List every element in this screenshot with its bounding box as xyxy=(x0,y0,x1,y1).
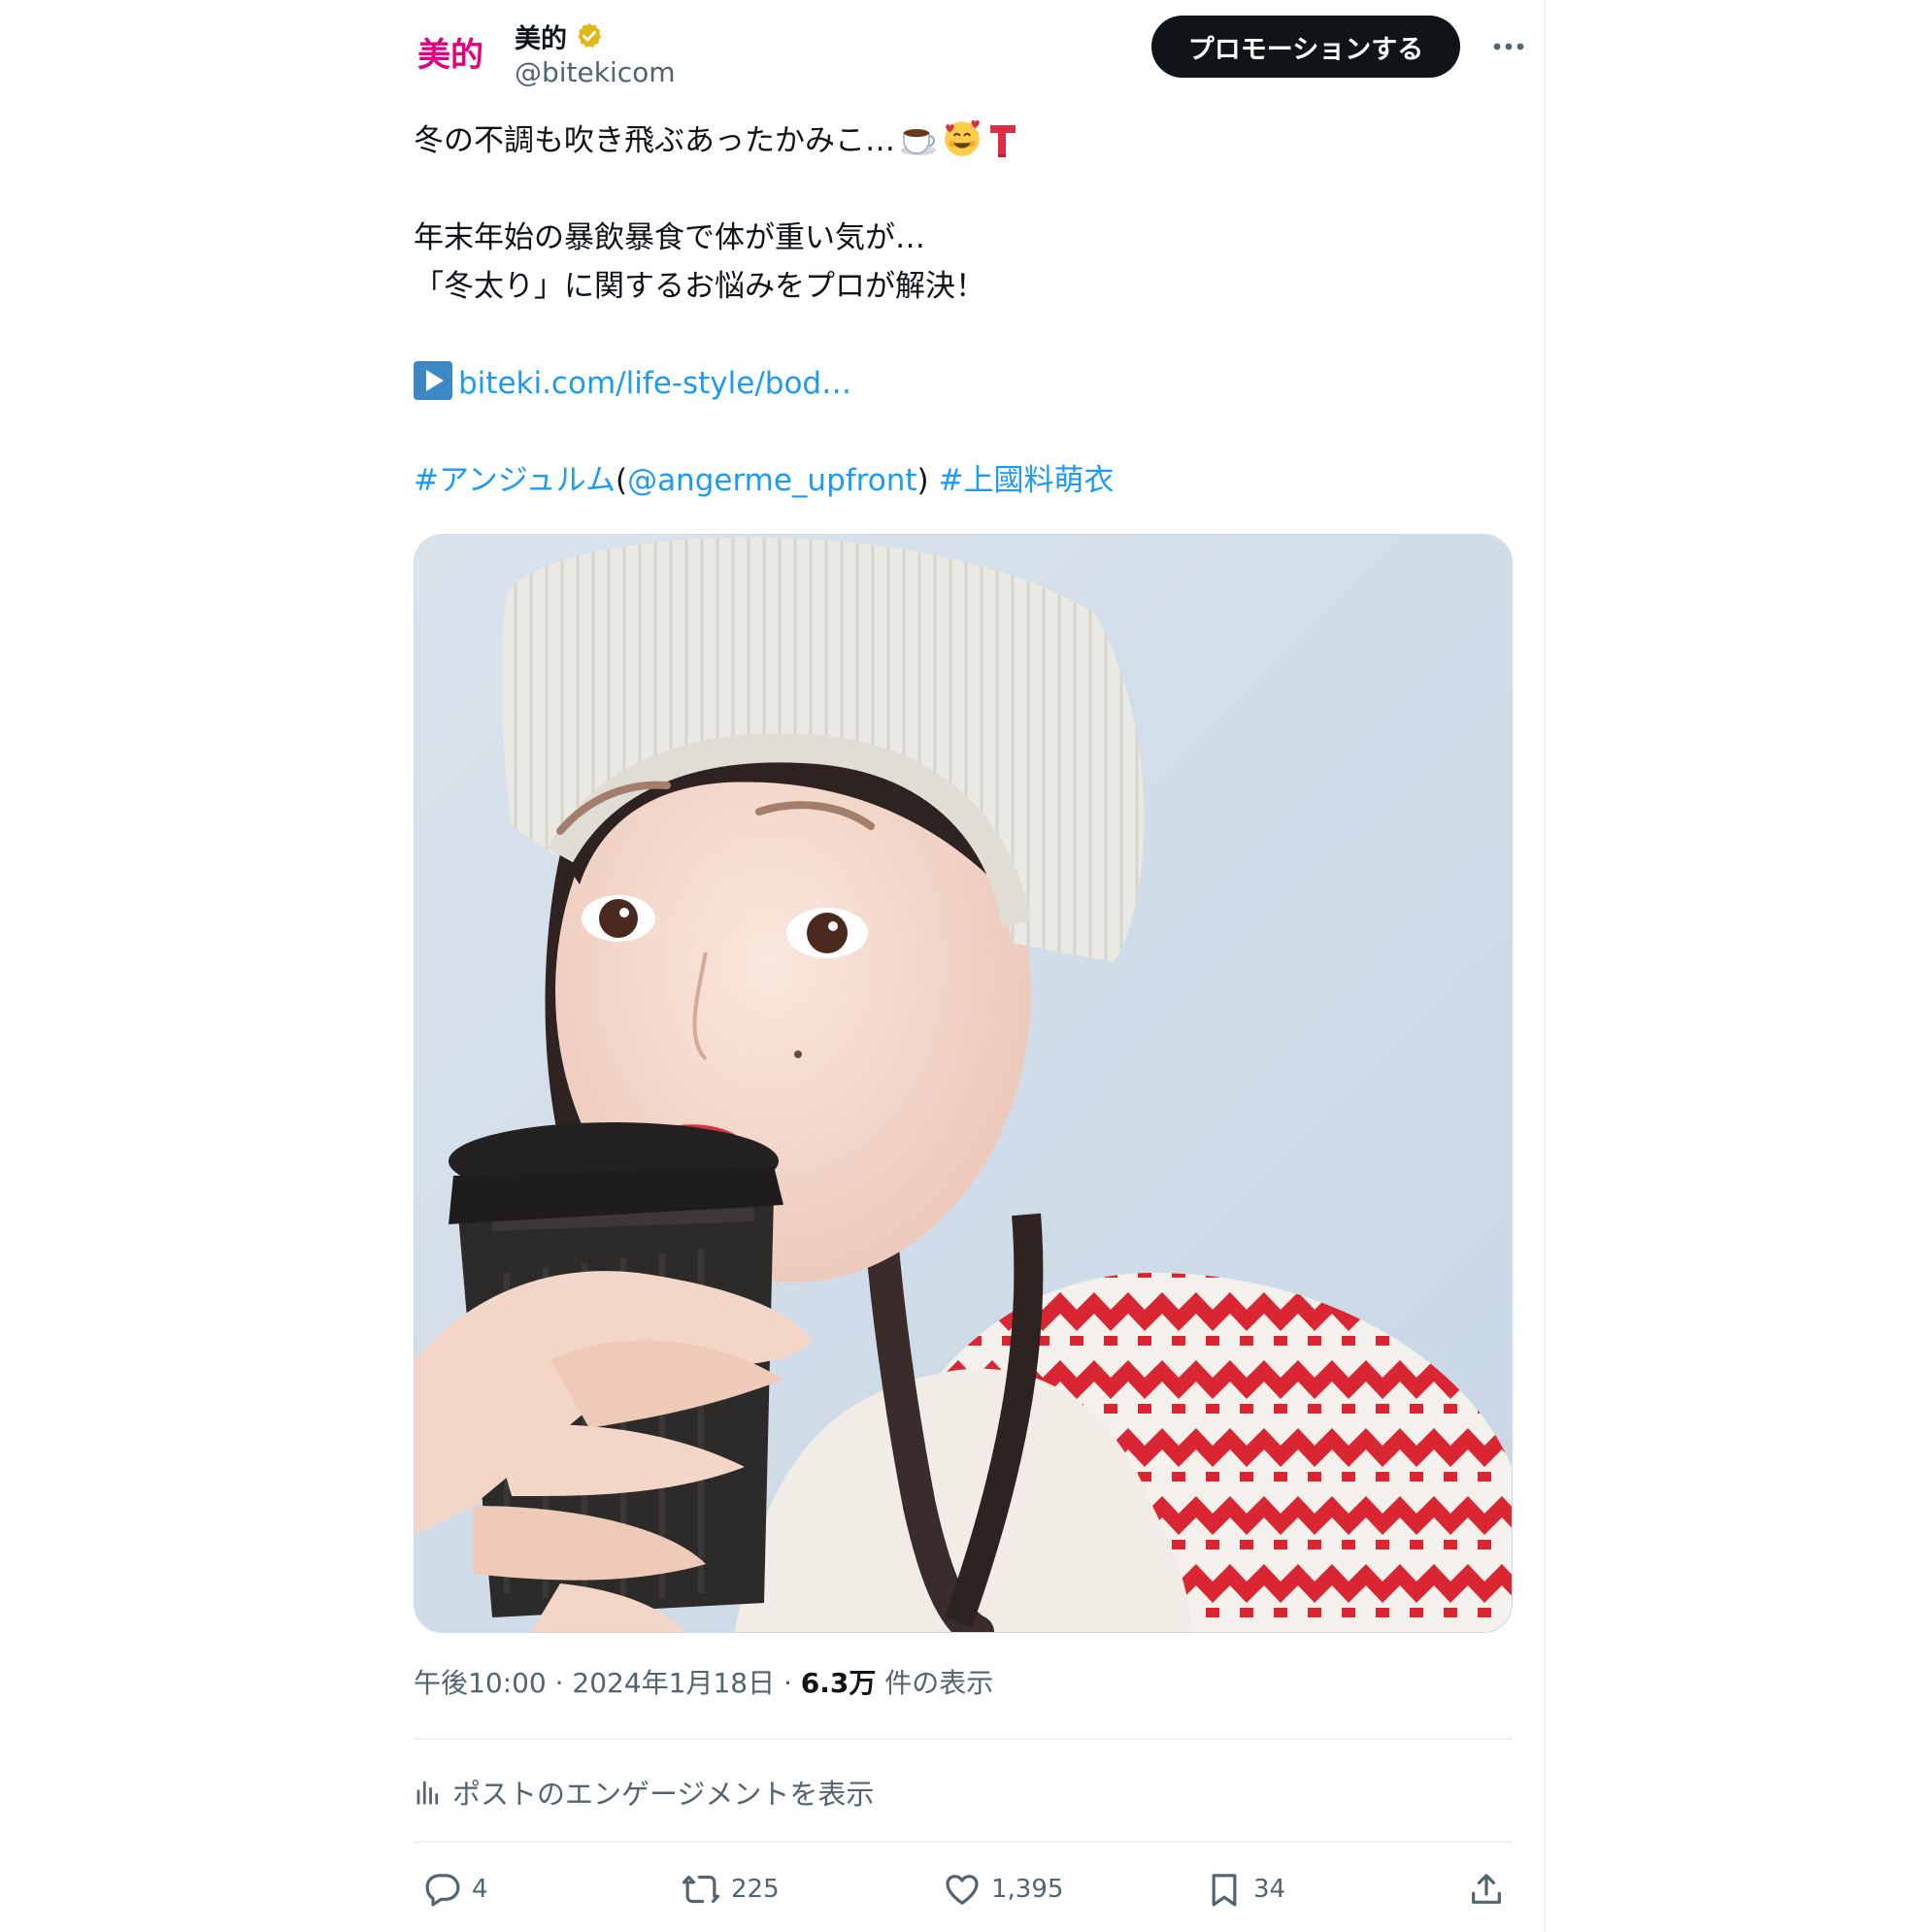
like-button[interactable]: 1,395 xyxy=(943,1864,1063,1915)
view-engagement-link[interactable]: ポストのエンゲージメントを表示 xyxy=(414,1767,874,1817)
photo-illustration xyxy=(415,535,1512,1632)
tweet-line-1: 冬の不調も吹き飛ぶあったかみこ… xyxy=(414,117,1482,165)
like-count: 1,395 xyxy=(991,1875,1064,1904)
repost-count: 225 xyxy=(731,1875,780,1904)
more-dots-icon[interactable] xyxy=(1482,21,1536,72)
share-button[interactable] xyxy=(1467,1864,1506,1915)
action-bar: 4 225 1,395 34 xyxy=(414,1864,1513,1915)
reply-button[interactable]: 4 xyxy=(423,1864,488,1915)
promote-button[interactable]: プロモーションする xyxy=(1151,16,1460,78)
heart-icon xyxy=(946,1875,979,1905)
repost-icon xyxy=(682,1875,720,1904)
tweet-post: 美的 美的 @bitekicom プロモーションする 冬の不調も吹き飛ぶあったか… xyxy=(414,0,1524,1932)
bookmark-icon xyxy=(1212,1874,1237,1907)
red-scarf-emoji-icon xyxy=(986,119,1019,173)
tweet-line-2: 年末年始の暴飲暴食で体が重い気が… xyxy=(414,220,925,255)
avatar-logo-text: 美的 xyxy=(417,36,483,75)
paren-open: ( xyxy=(615,463,628,498)
reply-count: 4 xyxy=(472,1875,488,1904)
views-count: 6.3万 xyxy=(800,1667,877,1699)
smiling-face-with-hearts-emoji-icon xyxy=(942,117,983,173)
tweet-line-1-text: 冬の不調も吹き飛ぶあったかみこ… xyxy=(414,123,895,158)
avatar[interactable]: 美的 xyxy=(414,16,489,91)
divider xyxy=(414,1841,1513,1843)
play-button-emoji-icon xyxy=(414,361,452,400)
divider xyxy=(414,1738,1513,1740)
hot-beverage-emoji-icon xyxy=(899,119,938,173)
engagement-label: ポストのエンゲージメントを表示 xyxy=(452,1778,875,1811)
tweet-link-line: biteki.com/life-style/bod… xyxy=(414,359,1482,408)
share-icon xyxy=(1472,1874,1501,1904)
bookmark-button[interactable]: 34 xyxy=(1205,1864,1285,1915)
tweet-line-3: 「冬太り」に関するお悩みをプロが解決！ xyxy=(414,269,985,304)
display-name[interactable]: 美的 xyxy=(515,17,567,55)
views-label: 件の表示 xyxy=(876,1667,994,1699)
column-border xyxy=(1544,0,1546,1932)
repost-button[interactable]: 225 xyxy=(681,1864,780,1915)
hashtag-angerme[interactable]: #アンジュルム xyxy=(414,463,616,498)
article-link[interactable]: biteki.com/life-style/bod… xyxy=(458,366,851,401)
bookmark-count: 34 xyxy=(1253,1875,1286,1904)
author-name-row[interactable]: 美的 xyxy=(515,17,604,54)
tweet-photo[interactable] xyxy=(414,534,1513,1633)
tweet-timestamp-views: 午後10:00 · 2024年1月18日 · 6.3万 件の表示 xyxy=(414,1662,993,1701)
analytics-icon xyxy=(416,1781,439,1805)
hashtag-kamikokuryo-moe[interactable]: #上國料萌衣 xyxy=(938,463,1114,498)
paren-close: ) xyxy=(916,463,929,498)
mention-angerme-upfront[interactable]: @angerme_upfront xyxy=(627,463,916,498)
tweet-tags-line: #アンジュルム(@angerme_upfront) #上國料萌衣 xyxy=(414,456,1482,505)
verified-badge-icon[interactable] xyxy=(575,21,604,50)
author-handle[interactable]: @bitekicom xyxy=(515,56,676,88)
reply-icon xyxy=(425,1874,460,1907)
tweet-text: 冬の不調も吹き飛ぶあったかみこ… 年末年始の暴飲暴食で体が重い気が… 「冬太り」… xyxy=(414,117,1482,505)
tweet-timestamp[interactable]: 午後10:00 · 2024年1月18日 · xyxy=(414,1667,801,1699)
